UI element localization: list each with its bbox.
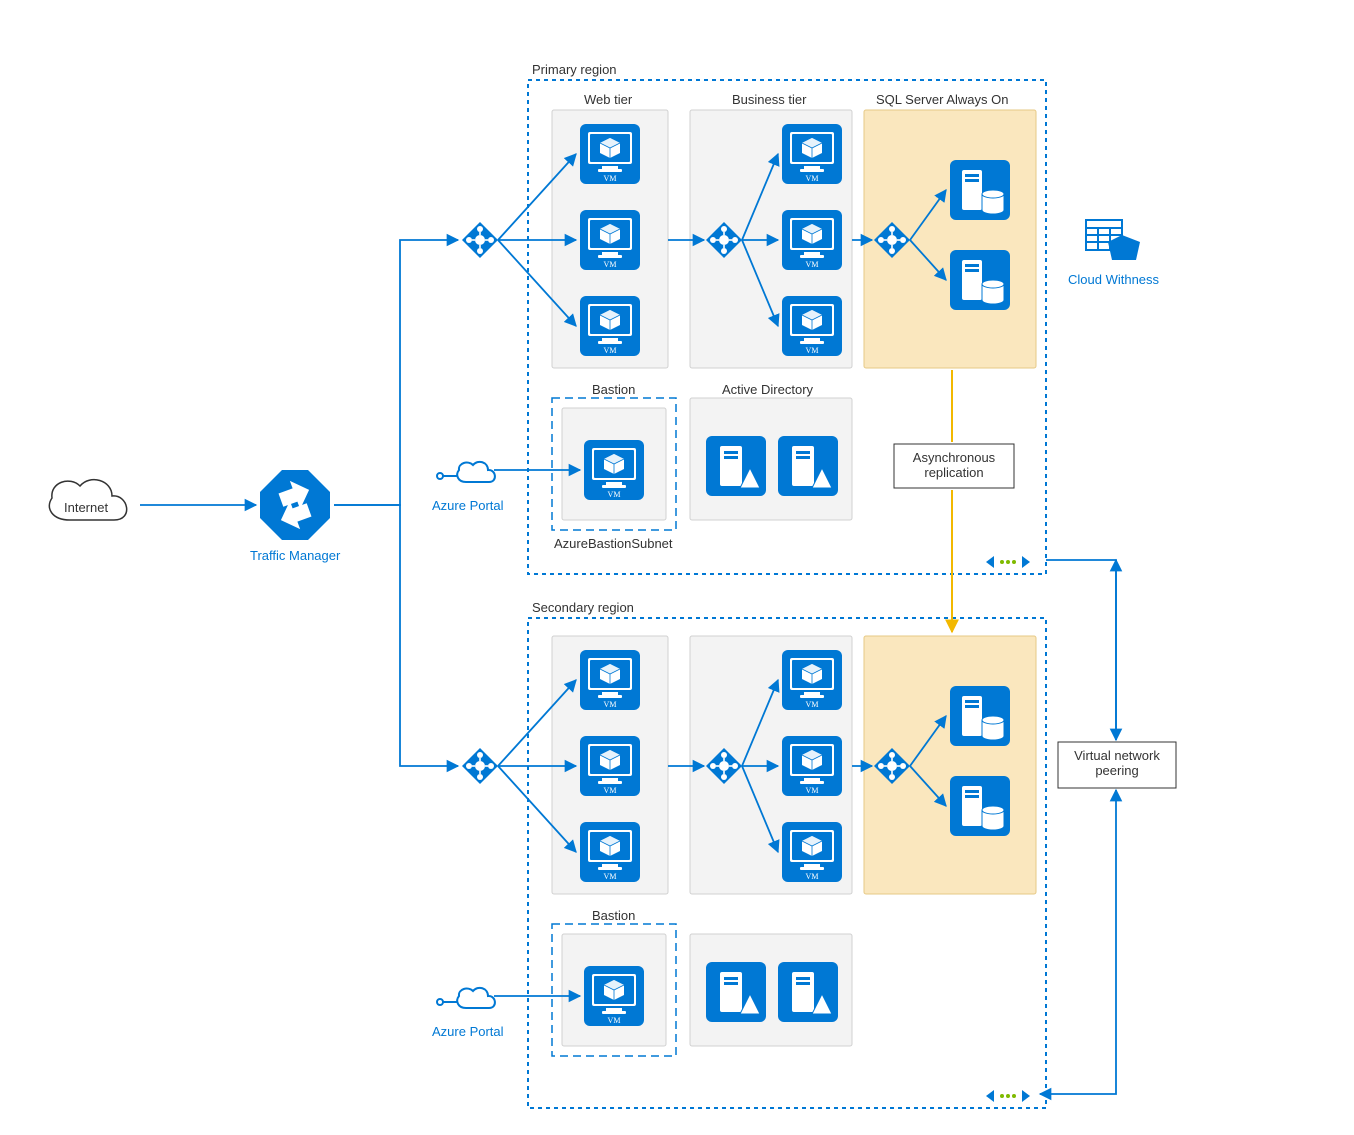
- load-balancer-icon: [462, 748, 498, 784]
- ad-server-icon: [778, 436, 838, 496]
- sql-always-on-label: SQL Server Always On: [876, 92, 1008, 107]
- sql-server-icon: [950, 686, 1010, 746]
- secondary-region-label: Secondary region: [532, 600, 634, 615]
- async-replication-l1: Asynchronous: [904, 450, 1004, 465]
- vm-icon: [584, 440, 644, 500]
- sql-server-icon: [950, 160, 1010, 220]
- vnet-peering-l2: peering: [1064, 763, 1170, 778]
- secondary-bastion-label: Bastion: [592, 908, 635, 923]
- vm-icon: [782, 124, 842, 184]
- vm-icon: [782, 650, 842, 710]
- vm-icon: [782, 210, 842, 270]
- azure-bastion-subnet-label: AzureBastionSubnet: [554, 536, 673, 551]
- ad-server-icon: [706, 436, 766, 496]
- vm-icon: [580, 124, 640, 184]
- async-replication-l2: replication: [904, 465, 1004, 480]
- internet-label: Internet: [64, 500, 108, 515]
- primary-bastion-label: Bastion: [592, 382, 635, 397]
- vm-icon: [782, 296, 842, 356]
- primary-web-tier-label: Web tier: [584, 92, 632, 107]
- architecture-diagram: VM: [0, 0, 1354, 1132]
- sql-server-icon: [950, 776, 1010, 836]
- vnet-peering-icon: [986, 556, 1030, 568]
- vnet-peering-l1: Virtual network: [1064, 748, 1170, 763]
- azure-portal-icon: [437, 462, 495, 482]
- vm-icon: [782, 822, 842, 882]
- vm-icon: [584, 966, 644, 1026]
- primary-region-label: Primary region: [532, 62, 617, 77]
- vm-icon: [782, 736, 842, 796]
- primary-business-tier-label: Business tier: [732, 92, 806, 107]
- traffic-manager-icon: [260, 470, 330, 540]
- azure-portal-icon: [437, 988, 495, 1008]
- vm-icon: [580, 822, 640, 882]
- traffic-manager-label: Traffic Manager: [250, 548, 340, 563]
- load-balancer-icon: [462, 222, 498, 258]
- secondary-azure-portal-label: Azure Portal: [432, 1024, 504, 1039]
- sql-server-icon: [950, 250, 1010, 310]
- active-directory-label: Active Directory: [722, 382, 813, 397]
- primary-azure-portal-label: Azure Portal: [432, 498, 504, 513]
- vm-icon: [580, 296, 640, 356]
- ad-server-icon: [706, 962, 766, 1022]
- vm-icon: [580, 650, 640, 710]
- vnet-peering-icon: [986, 1090, 1030, 1102]
- ad-server-icon: [778, 962, 838, 1022]
- vm-icon: [580, 210, 640, 270]
- cloud-witness-label: Cloud Withness: [1068, 272, 1159, 287]
- vm-icon: [580, 736, 640, 796]
- cloud-witness-icon: [1086, 220, 1140, 260]
